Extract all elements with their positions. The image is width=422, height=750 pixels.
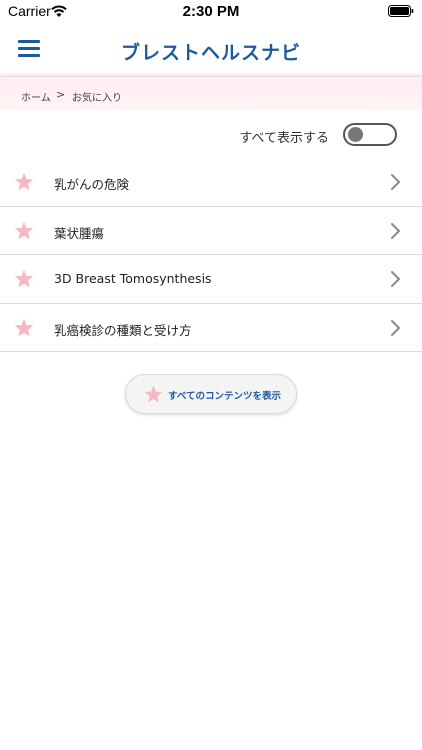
nav-bar: ブレストヘルスナビ bbox=[0, 24, 422, 76]
chevron-right-icon bbox=[391, 222, 400, 239]
breadcrumb: ホーム > お気に入り bbox=[0, 76, 422, 110]
star-icon[interactable] bbox=[14, 172, 34, 191]
chevron-right-icon bbox=[391, 174, 400, 190]
list-item[interactable]: 葉状腫瘍 bbox=[0, 207, 422, 255]
list-item-label: 乳癌検診の種類と受け方 bbox=[54, 322, 192, 338]
show-all-contents-label: すべてのコンテンツを表示 bbox=[168, 391, 281, 402]
show-all-label: すべて表示する bbox=[239, 131, 329, 146]
chevron-right-icon bbox=[391, 319, 400, 336]
chevron-right-icon bbox=[391, 271, 400, 287]
list-item[interactable]: 乳がんの危険 bbox=[0, 158, 422, 207]
star-icon bbox=[144, 385, 163, 403]
show-all-contents-button[interactable]: すべてのコンテンツを表示 bbox=[125, 374, 297, 414]
star-icon[interactable] bbox=[14, 318, 34, 337]
list-item-label: 乳がんの危険 bbox=[54, 177, 130, 192]
show-all-toggle[interactable] bbox=[343, 123, 397, 146]
star-icon[interactable] bbox=[14, 269, 34, 288]
show-all-row: すべて表示する bbox=[0, 120, 422, 150]
favorites-list: 乳がんの危険 葉状腫瘍 3D Breast Tomosynthesis 乳癌検診… bbox=[0, 158, 422, 352]
list-item-label: 葉状腫瘍 bbox=[54, 225, 105, 241]
status-bar: Carrier 2:30 PM bbox=[0, 0, 422, 24]
list-item-label: 3D Breast Tomosynthesis bbox=[54, 271, 212, 286]
list-item[interactable]: 3D Breast Tomosynthesis bbox=[0, 255, 422, 304]
breadcrumb-separator: > bbox=[56, 88, 66, 101]
app-title: ブレストヘルスナビ bbox=[120, 42, 301, 64]
list-item[interactable]: 乳癌検診の種類と受け方 bbox=[0, 304, 422, 352]
breadcrumb-home-link[interactable]: ホーム bbox=[21, 89, 51, 104]
star-icon[interactable] bbox=[14, 221, 34, 240]
breadcrumb-current: お気に入り bbox=[72, 93, 122, 104]
battery-icon bbox=[388, 5, 414, 17]
clock: 2:30 PM bbox=[182, 3, 240, 20]
toggle-knob bbox=[348, 127, 363, 142]
